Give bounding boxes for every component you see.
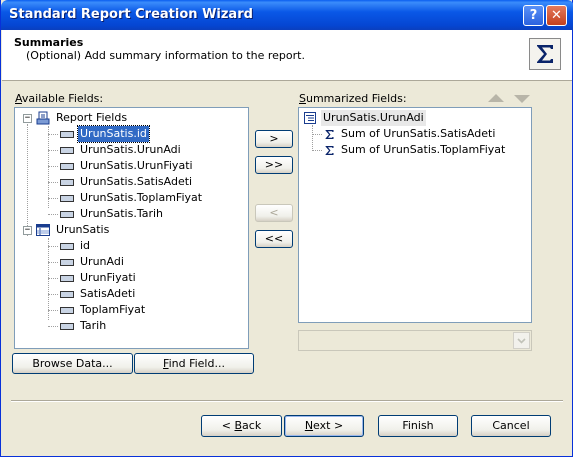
tree-node-table[interactable]: − UrunSatis [23, 222, 111, 238]
collapse-icon[interactable]: − [23, 225, 32, 235]
field-icon [60, 130, 74, 138]
cancel-button[interactable]: Cancel [471, 415, 551, 437]
sum-icon [324, 129, 335, 140]
tree-item-label: id [80, 239, 91, 252]
step-description: (Optional) Add summary information to th… [26, 49, 305, 62]
footer-separator [11, 400, 563, 402]
tree-item-table-field[interactable]: ToplamFiyat [60, 302, 147, 318]
tree-item-report-field[interactable]: UrunSatis.id [60, 125, 150, 143]
collapse-icon[interactable]: − [23, 113, 32, 123]
tree-item-label: SatisAdeti [80, 287, 136, 300]
tree-item-label: UrunSatis.Tarih [80, 207, 164, 220]
tree-item-report-field[interactable]: UrunSatis.ToplamFiyat [60, 190, 204, 206]
remove-field-button[interactable]: < [255, 204, 293, 222]
field-icon [60, 242, 74, 250]
field-icon [60, 306, 74, 314]
tree-item-report-field[interactable]: UrunSatis.SatisAdeti [60, 174, 194, 190]
tree-item-report-field[interactable]: UrunSatis.UrunFiyati [60, 158, 195, 174]
field-icon [60, 146, 74, 154]
wizard-header: Summaries (Optional) Add summary informa… [2, 30, 572, 81]
field-icon [60, 194, 74, 202]
tree-item-label: UrunSatis.SatisAdeti [80, 175, 193, 188]
chevron-down-icon [517, 337, 526, 344]
summary-item-label: Sum of UrunSatis.ToplamFiyat [341, 143, 506, 156]
tree-item-label: UrunAdi [80, 255, 124, 268]
tree-item-table-field[interactable]: UrunAdi [60, 254, 126, 270]
wizard-window: Standard Report Creation Wizard ? ✕ Summ… [0, 0, 573, 457]
tree-item-table-field[interactable]: UrunFiyati [60, 270, 138, 286]
tree-item-label: ToplamFiyat [80, 303, 146, 316]
help-button[interactable]: ? [523, 5, 544, 26]
table-icon [36, 224, 50, 236]
step-title: Summaries [14, 36, 84, 49]
available-fields-tree[interactable]: − Report Fields UrunSatis.id UrunSatis.U… [14, 107, 249, 349]
add-field-button[interactable]: > [255, 130, 293, 148]
tree-item-table-field[interactable]: SatisAdeti [60, 286, 137, 302]
summarized-fields-tree[interactable]: UrunSatis.UrunAdi Sum of UrunSatis.Satis… [298, 107, 532, 323]
summary-group-node[interactable]: UrunSatis.UrunAdi [303, 110, 426, 126]
dropdown-button[interactable] [513, 332, 530, 349]
field-icon [60, 274, 74, 282]
field-icon [60, 322, 74, 330]
group-icon [303, 111, 317, 125]
window-title: Standard Report Creation Wizard [9, 7, 253, 22]
move-up-icon[interactable] [488, 94, 504, 102]
tree-item-report-field[interactable]: UrunSatis.UrunAdi [60, 142, 183, 158]
sigma-icon [529, 38, 561, 70]
next-button[interactable]: Next > [284, 415, 364, 437]
close-icon: ✕ [551, 8, 562, 23]
summary-operation-dropdown[interactable] [298, 330, 532, 351]
move-down-icon[interactable] [514, 95, 530, 103]
field-icon [60, 258, 74, 266]
tree-item-label: UrunSatis.UrunFiyati [80, 159, 193, 172]
tree-item-label: Tarih [80, 319, 107, 332]
summary-item[interactable]: Sum of UrunSatis.ToplamFiyat [324, 142, 507, 158]
summarized-fields-label: Summarized Fields: [299, 92, 407, 105]
field-icon [60, 290, 74, 298]
report-fields-label: Report Fields [56, 111, 128, 124]
summary-group-label: UrunSatis.UrunAdi [321, 110, 426, 126]
summary-item[interactable]: Sum of UrunSatis.SatisAdeti [324, 126, 497, 142]
report-fields-icon [36, 111, 50, 125]
tree-item-label: UrunSatis.id [77, 125, 150, 143]
tree-item-report-field[interactable]: UrunSatis.Tarih [60, 206, 165, 222]
field-icon [60, 162, 74, 170]
add-all-fields-button[interactable]: >> [255, 156, 293, 174]
finish-button[interactable]: Finish [378, 415, 458, 437]
tree-item-label: UrunFiyati [80, 271, 136, 284]
tree-item-label: UrunSatis.UrunAdi [80, 143, 181, 156]
remove-all-fields-button[interactable]: << [255, 230, 293, 248]
table-label: UrunSatis [56, 223, 110, 236]
browse-data-button[interactable]: Browse Data... [12, 353, 133, 374]
back-button[interactable]: < Back [201, 415, 282, 437]
tree-item-label: UrunSatis.ToplamFiyat [80, 191, 203, 204]
tree-node-report-fields[interactable]: − Report Fields [23, 110, 129, 126]
field-icon [60, 178, 74, 186]
field-icon [60, 210, 74, 218]
summary-item-label: Sum of UrunSatis.SatisAdeti [341, 127, 496, 140]
title-bar[interactable]: Standard Report Creation Wizard ? ✕ [1, 0, 573, 30]
available-fields-label: Available Fields: [15, 92, 104, 105]
tree-item-table-field[interactable]: id [60, 238, 92, 254]
sum-icon [324, 145, 335, 156]
close-button[interactable]: ✕ [546, 5, 567, 26]
tree-item-table-field[interactable]: Tarih [60, 318, 108, 334]
find-field-button[interactable]: Find Field... [134, 353, 254, 374]
